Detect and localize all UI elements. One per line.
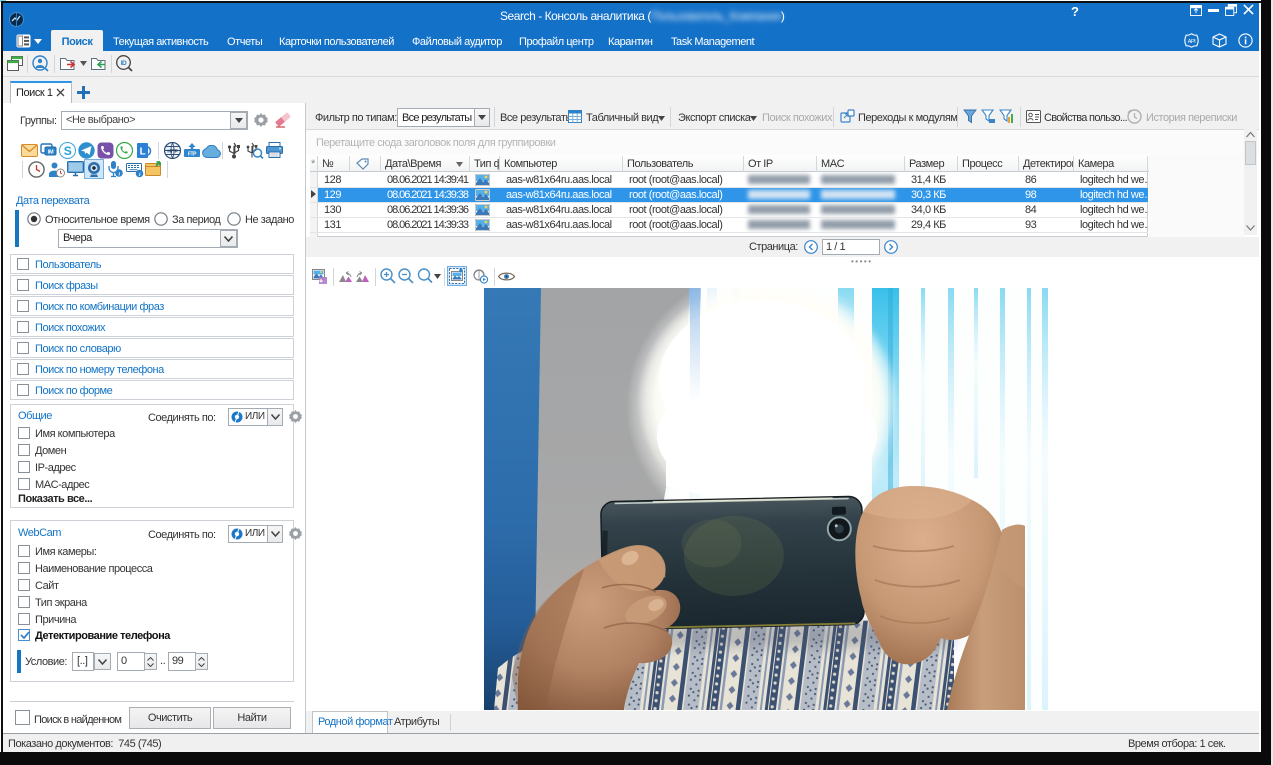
svg-text:IM: IM [48, 150, 54, 156]
svg-text:HTTP: HTTP [167, 149, 178, 154]
svg-text:ID: ID [121, 60, 127, 67]
svg-text:L: L [140, 147, 146, 158]
svg-text:S: S [64, 144, 72, 158]
svg-text:API: API [1188, 39, 1196, 45]
svg-text:FTP: FTP [188, 152, 197, 158]
